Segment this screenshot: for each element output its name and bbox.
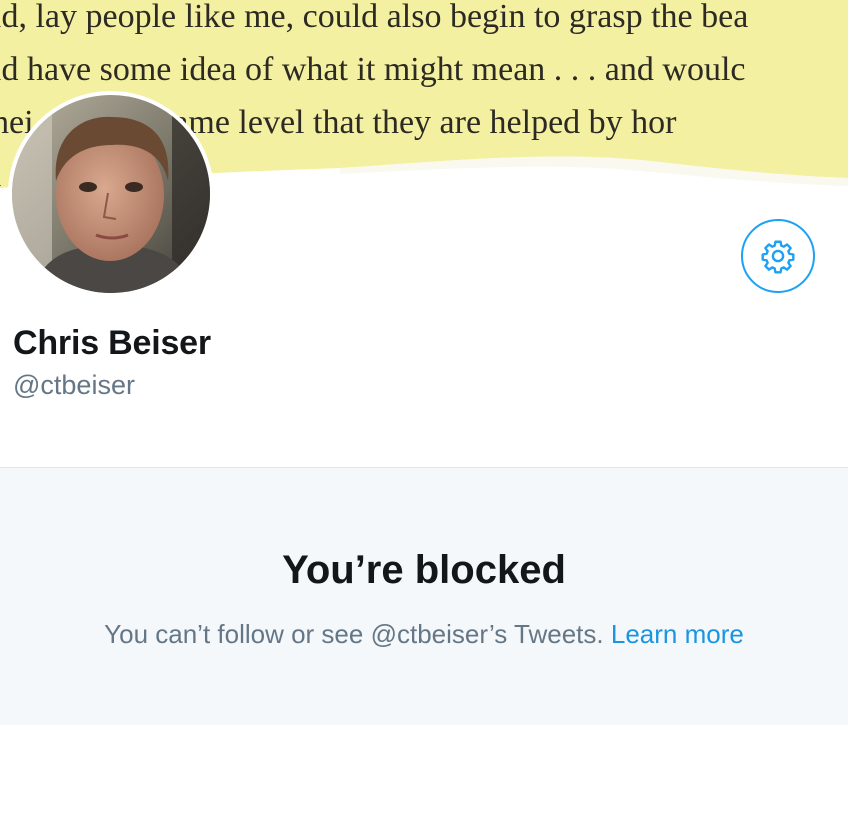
blocked-message-line: You can’t follow or see @ctbeiser’s Twee…	[0, 619, 848, 650]
avatar-photo	[12, 95, 210, 293]
profile-display-name: Chris Beiser	[13, 324, 211, 362]
blocked-notice: You’re blocked You can’t follow or see @…	[0, 467, 848, 725]
learn-more-link[interactable]: Learn more	[611, 619, 744, 649]
avatar[interactable]	[8, 91, 214, 297]
gear-icon	[761, 240, 795, 274]
profile-settings-button[interactable]	[741, 219, 815, 293]
profile-page: ld, lay people like me, could also begin…	[0, 0, 848, 814]
profile-handle: @ctbeiser	[13, 370, 135, 400]
blocked-message: You can’t follow or see @ctbeiser’s Twee…	[104, 619, 611, 649]
blocked-title: You’re blocked	[282, 548, 566, 592]
